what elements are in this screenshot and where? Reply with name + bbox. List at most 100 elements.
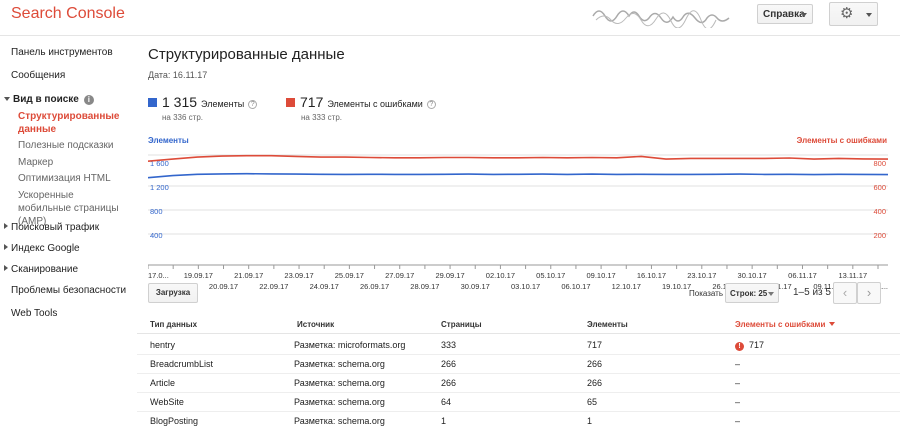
chevron-right-icon	[4, 244, 8, 250]
rows-per-page-select[interactable]: Строк: 25	[725, 283, 779, 303]
y-tick-right: 200	[873, 231, 886, 240]
chevron-down-icon	[768, 292, 774, 296]
errors-pages: на 333 стр.	[301, 113, 342, 122]
sidebar-item-crawl[interactable]: Сканирование	[4, 264, 78, 275]
x-tick-label: 03.10.17	[511, 282, 540, 291]
table-row[interactable]: WebSite Разметка: schema.org 64 65 –	[137, 393, 900, 412]
cell-value: BlogPosting	[150, 416, 199, 426]
x-tick-label: 23.10.17	[687, 271, 716, 280]
x-tick-label: 19.09.17	[184, 271, 213, 280]
errors-label: Элементы с ошибками	[327, 99, 423, 109]
chevron-right-icon	[4, 265, 8, 271]
cell-source: Разметка: schema.org	[294, 378, 385, 388]
sidebar-item-google-index[interactable]: Индекс Google	[4, 243, 80, 254]
column-header-errors[interactable]: Элементы с ошибками	[735, 320, 836, 329]
header-divider	[137, 333, 900, 334]
x-tick-label: 26.09.17	[360, 282, 389, 291]
sidebar-item-label: Вид в поиске	[13, 94, 79, 105]
cell-value: 64	[441, 397, 452, 407]
table-row[interactable]: hentry Разметка: microformats.org 333 717 ! 7…	[137, 336, 900, 355]
sidebar-item-html-improvements[interactable]: Оптимизация HTML	[18, 173, 111, 184]
x-tick-label: 02.10.17	[486, 271, 515, 280]
y-tick-right: 600	[873, 183, 886, 192]
x-tick-label: 12.10.17	[612, 282, 641, 291]
sidebar-item-search-traffic[interactable]: Поисковый трафик	[4, 222, 99, 233]
x-tick-label: 30.09.17	[461, 282, 490, 291]
sidebar: Панель инструментов Сообщения Вид в поис…	[0, 36, 137, 426]
cell-errors: ! 717	[735, 340, 764, 351]
sidebar-item-security-issues[interactable]: Проблемы безопасности	[11, 285, 126, 296]
sidebar-item-dashboard[interactable]: Панель инструментов	[11, 47, 113, 58]
x-tick-label: 05.10.17	[536, 271, 565, 280]
table-row[interactable]: BreadcrumbList Разметка: schema.org 266 266…	[137, 355, 900, 374]
sidebar-item-web-tools[interactable]: Web Tools	[11, 308, 57, 319]
table-row[interactable]: Article Разметка: schema.org 266 266 –	[137, 374, 900, 393]
column-header-pages[interactable]: Страницы	[441, 320, 482, 329]
cell-type[interactable]: WebSite	[150, 397, 184, 407]
cell-value: –	[735, 359, 741, 369]
x-tick-label: 21.09.17	[234, 271, 263, 280]
main-content: Структурированные данные Дата: 16.11.17 …	[137, 36, 900, 426]
next-page-button[interactable]: ›	[857, 282, 881, 304]
series-line-errors	[148, 154, 888, 162]
sidebar-item-search-appearance[interactable]: Вид в поиске i	[4, 94, 94, 105]
items-count: 1 315	[162, 94, 198, 110]
cell-value: Разметка: schema.org	[294, 416, 385, 426]
column-header-type[interactable]: Тип данных	[150, 320, 197, 329]
prev-page-button[interactable]: ‹	[833, 282, 857, 304]
cell-value: 266	[587, 359, 603, 369]
cell-errors: –	[735, 397, 740, 407]
y-tick-left: 400	[150, 231, 163, 240]
cell-value: –	[735, 378, 741, 388]
cell-value: –	[735, 397, 741, 407]
cell-value: 333	[441, 340, 457, 350]
page-range: 1–5 из 5	[793, 287, 831, 298]
column-header-items[interactable]: Элементы	[587, 320, 628, 329]
x-tick-label: 09.10.17	[587, 271, 616, 280]
cell-source: Разметка: microformats.org	[294, 340, 405, 350]
x-tick-label: 06.11.17	[788, 271, 817, 280]
cell-items: 1	[587, 416, 592, 426]
cell-value: 717	[587, 340, 603, 350]
cell-pages: 64	[441, 397, 451, 407]
column-header-source[interactable]: Источник	[297, 320, 334, 329]
x-tick-label: 16.10.17	[637, 271, 666, 280]
x-tick-label: 17.0...	[148, 271, 169, 280]
sidebar-item-messages[interactable]: Сообщения	[11, 70, 65, 81]
settings-button[interactable]: ⚙	[829, 2, 878, 26]
chevron-down-icon	[866, 13, 872, 17]
errors-count: 717	[300, 94, 324, 110]
cell-value: 1	[441, 416, 447, 426]
cell-type[interactable]: BreadcrumbList	[150, 359, 213, 369]
sidebar-item-rich-cards[interactable]: Полезные подсказки	[18, 140, 114, 151]
cell-type[interactable]: Article	[150, 378, 175, 388]
cell-value: 266	[441, 359, 457, 369]
cell-source: Разметка: schema.org	[294, 397, 385, 407]
sidebar-item-structured-data[interactable]: Структурированные данные	[18, 110, 128, 136]
cell-value: WebSite	[150, 397, 184, 407]
x-tick-label: 29.09.17	[435, 271, 464, 280]
download-button[interactable]: Загрузка	[148, 283, 198, 303]
chevron-left-icon: ‹	[842, 285, 848, 300]
items-label: Элементы	[201, 99, 245, 109]
help-icon[interactable]: ?	[426, 100, 436, 109]
chevron-right-icon	[4, 223, 8, 229]
show-label: Показать	[689, 289, 724, 298]
items-stat: 1 315 Элементы?	[148, 94, 258, 110]
app-title[interactable]: Search Console	[11, 5, 125, 23]
sidebar-item-data-highlighter[interactable]: Маркер	[18, 157, 53, 168]
y-tick-right: 400	[873, 207, 886, 216]
cell-type[interactable]: hentry	[150, 340, 175, 350]
help-dropdown[interactable]: Справка	[757, 4, 813, 24]
chevron-down-icon	[4, 97, 10, 101]
cell-type[interactable]: BlogPosting	[150, 416, 198, 426]
x-tick-label: 23.09.17	[284, 271, 313, 280]
table-row[interactable]: BlogPosting Разметка: schema.org 1 1 –	[137, 412, 900, 426]
cell-value: 266	[441, 378, 457, 388]
info-icon[interactable]: i	[83, 95, 94, 105]
top-bar: Search Console Справка ⚙	[0, 0, 900, 36]
cell-items: 717	[587, 340, 602, 350]
help-icon[interactable]: ?	[248, 100, 258, 109]
x-tick-label: 06.10.17	[561, 282, 590, 291]
cell-source: Разметка: schema.org	[294, 359, 385, 369]
